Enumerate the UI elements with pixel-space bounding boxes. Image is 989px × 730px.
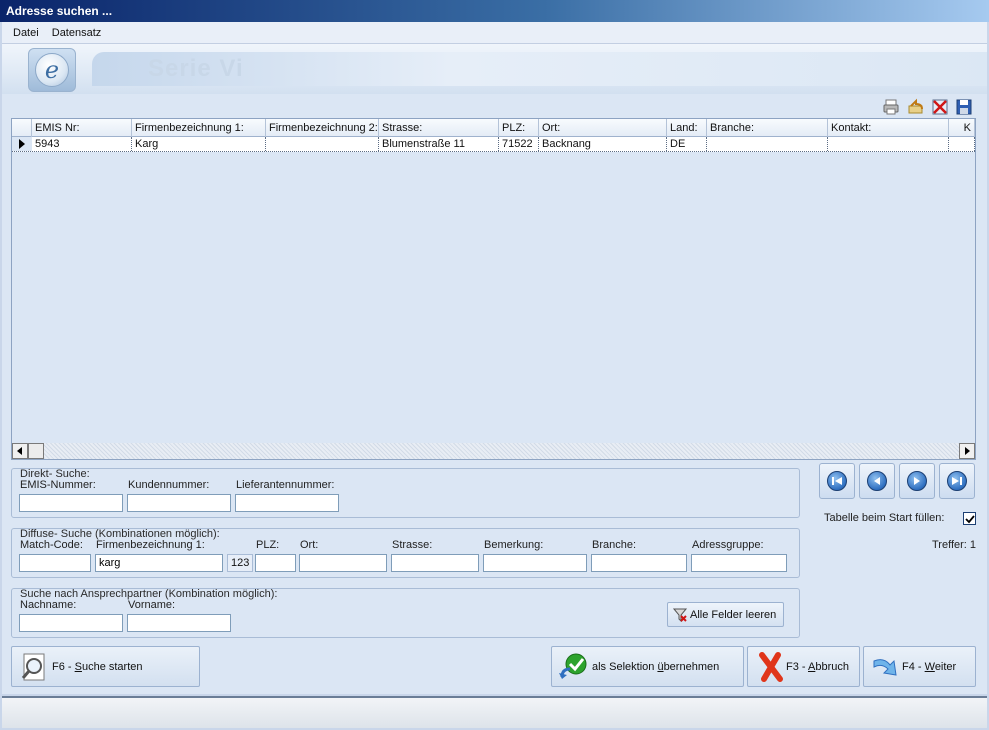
table-cell[interactable]: 71522 [499, 137, 539, 151]
menu-datei[interactable]: Datei [8, 22, 44, 39]
abort-label: F3 - Abbruch [786, 661, 849, 673]
column-header[interactable]: Firmenbezeichnung 1: [132, 119, 266, 137]
row-pointer-icon [12, 137, 32, 151]
checkmark-icon [964, 514, 975, 523]
table-cell[interactable]: DE [667, 137, 707, 151]
column-header[interactable]: Firmenbezeichnung 2: [266, 119, 379, 137]
scroll-left-icon[interactable] [12, 443, 28, 459]
fill-on-start-checkbox[interactable] [963, 512, 976, 525]
grid-corner [12, 119, 32, 137]
street-input[interactable] [391, 554, 479, 572]
column-header[interactable]: EMIS Nr: [32, 119, 132, 137]
table-cell[interactable]: Backnang [539, 137, 667, 151]
previous-record-button[interactable] [859, 463, 895, 499]
hit-count: Treffer: 1 [932, 539, 977, 551]
last-record-icon [947, 471, 967, 491]
emis-label: EMIS-Nummer: [20, 479, 96, 491]
street-label: Strasse: [392, 539, 433, 551]
cancel-x-icon [754, 651, 786, 683]
customer-number-label: Kundennummer: [128, 479, 210, 491]
scroll-thumb[interactable] [28, 443, 44, 459]
clear-fields-label: Alle Felder leeren [690, 609, 777, 621]
column-header[interactable]: Strasse: [379, 119, 499, 137]
scroll-right-icon[interactable] [959, 443, 975, 459]
delete-icon[interactable] [931, 98, 949, 116]
first-record-button[interactable] [819, 463, 855, 499]
printer-icon[interactable] [882, 98, 900, 116]
search-start-label: F6 - Suche starten [52, 661, 143, 673]
last-record-button[interactable] [939, 463, 975, 499]
table-cell[interactable]: Karg [132, 137, 266, 151]
firstname-label: Vorname: [128, 599, 176, 611]
next-record-button[interactable] [899, 463, 935, 499]
emis-number-input[interactable] [19, 494, 123, 512]
app-banner: e Serie Vi [2, 44, 987, 94]
column-header[interactable]: Branche: [707, 119, 828, 137]
remark-input[interactable] [483, 554, 587, 572]
address-group-label: Adressgruppe: [692, 539, 764, 551]
column-header[interactable]: PLZ: [499, 119, 539, 137]
check-arrow-icon [558, 651, 590, 683]
previous-record-icon [867, 471, 887, 491]
matchcode-label: Match-Code: [20, 539, 83, 551]
continue-label: F4 - Weiter [902, 661, 957, 673]
supplier-number-label: Lieferantennummer: [236, 479, 335, 491]
fill-on-start-label: Tabelle beim Start füllen: [824, 512, 945, 524]
table-row[interactable]: 5943 Karg Blumenstraße 11 71522 Backnang… [12, 137, 975, 152]
company-name-input[interactable] [95, 554, 223, 572]
next-record-icon [907, 471, 927, 491]
first-record-icon [827, 471, 847, 491]
product-name: Serie Vi [148, 55, 244, 82]
clear-filter-icon [672, 608, 688, 625]
table-cell[interactable] [828, 137, 949, 151]
continue-button[interactable]: F4 - Weiter [863, 646, 976, 687]
menu-datensatz[interactable]: Datensatz [47, 22, 107, 39]
supplier-number-input[interactable] [235, 494, 339, 512]
table-cell[interactable]: Blumenstraße 11 [379, 137, 499, 151]
table-cell[interactable] [707, 137, 828, 151]
grid-header: EMIS Nr: Firmenbezeichnung 1: Firmenbeze… [12, 119, 975, 137]
forward-arrow-icon [870, 651, 902, 683]
numeric-toggle[interactable]: 123 [227, 554, 253, 572]
column-header[interactable]: Kontakt: [828, 119, 949, 137]
plz-label: PLZ: [256, 539, 280, 551]
column-header[interactable]: K [949, 119, 975, 137]
menu-bar: Datei Datensatz [2, 22, 987, 44]
address-group-input[interactable] [691, 554, 787, 572]
firstname-input[interactable] [127, 614, 231, 632]
search-document-icon [18, 651, 50, 683]
results-grid[interactable]: EMIS Nr: Firmenbezeichnung 1: Firmenbeze… [11, 118, 976, 460]
logo-letter: e [35, 53, 69, 87]
undo-icon[interactable] [907, 98, 925, 116]
city-label: Ort: [300, 539, 319, 551]
clear-fields-button[interactable]: Alle Felder leeren [667, 602, 784, 627]
lastname-label: Nachname: [20, 599, 77, 611]
abort-button[interactable]: F3 - Abbruch [747, 646, 860, 687]
plz-input[interactable] [255, 554, 296, 572]
table-cell[interactable] [266, 137, 379, 151]
app-logo: e [28, 48, 76, 92]
industry-label: Branche: [592, 539, 637, 551]
remark-label: Bemerkung: [484, 539, 544, 551]
take-selection-label: als Selektion übernehmen [592, 661, 720, 673]
horizontal-scrollbar[interactable] [12, 443, 975, 459]
company-name-label: Firmenbezeichnung 1: [96, 539, 205, 551]
take-selection-button[interactable]: als Selektion übernehmen [551, 646, 744, 687]
search-start-button[interactable]: F6 - Suche starten [11, 646, 200, 687]
city-input[interactable] [299, 554, 387, 572]
matchcode-input[interactable] [19, 554, 91, 572]
save-icon[interactable] [955, 98, 973, 116]
table-cell[interactable] [949, 137, 975, 151]
window-title-bar: Adresse suchen ... [0, 0, 989, 22]
industry-input[interactable] [591, 554, 687, 572]
table-cell[interactable]: 5943 [32, 137, 132, 151]
lastname-input[interactable] [19, 614, 123, 632]
window-title: Adresse suchen ... [6, 4, 113, 18]
customer-number-input[interactable] [127, 494, 231, 512]
status-bar [2, 696, 987, 728]
column-header[interactable]: Ort: [539, 119, 667, 137]
column-header[interactable]: Land: [667, 119, 707, 137]
